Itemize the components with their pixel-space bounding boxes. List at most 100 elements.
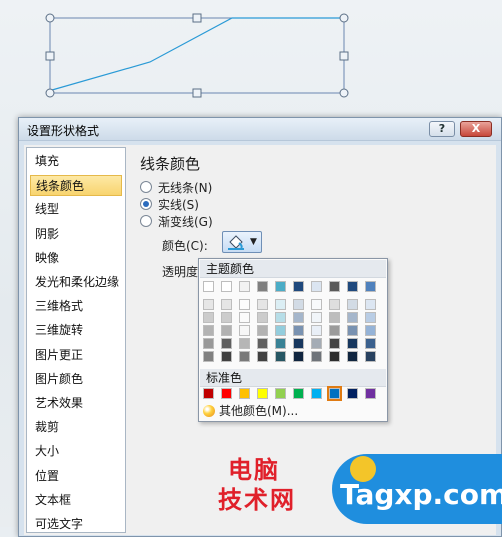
theme-color-swatch[interactable] xyxy=(275,325,286,336)
category-item[interactable]: 大小 xyxy=(30,441,122,462)
theme-color-swatch[interactable] xyxy=(203,312,214,323)
theme-color-swatch[interactable] xyxy=(311,281,322,292)
radio-icon[interactable] xyxy=(140,198,152,210)
category-item[interactable]: 映像 xyxy=(30,248,122,269)
theme-color-swatch[interactable] xyxy=(329,299,340,310)
theme-color-swatch[interactable] xyxy=(329,325,340,336)
theme-color-swatch[interactable] xyxy=(311,325,322,336)
theme-color-swatch[interactable] xyxy=(275,281,286,292)
category-item[interactable]: 线型 xyxy=(30,199,122,220)
theme-color-swatch[interactable] xyxy=(311,312,322,323)
help-button[interactable]: ? xyxy=(429,121,455,137)
category-item[interactable]: 三维格式 xyxy=(30,296,122,317)
standard-color-swatch[interactable] xyxy=(257,388,268,399)
theme-color-swatch[interactable] xyxy=(257,299,268,310)
theme-color-swatch[interactable] xyxy=(221,325,232,336)
theme-color-swatch[interactable] xyxy=(203,299,214,310)
theme-color-swatch[interactable] xyxy=(221,281,232,292)
category-item[interactable]: 裁剪 xyxy=(30,417,122,438)
theme-color-swatch[interactable] xyxy=(311,338,322,349)
category-item[interactable]: 图片颜色 xyxy=(30,369,122,390)
selected-line-shape[interactable] xyxy=(0,0,502,120)
theme-color-swatch[interactable] xyxy=(347,281,358,292)
radio-no-line[interactable]: 无线条(N) xyxy=(140,180,212,196)
theme-color-swatch[interactable] xyxy=(329,281,340,292)
theme-color-swatch[interactable] xyxy=(293,312,304,323)
standard-color-swatch[interactable] xyxy=(239,388,250,399)
theme-color-swatch[interactable] xyxy=(365,299,376,310)
category-item[interactable]: 位置 xyxy=(30,466,122,487)
standard-color-swatch[interactable] xyxy=(221,388,232,399)
standard-color-swatch[interactable] xyxy=(203,388,214,399)
theme-color-swatch[interactable] xyxy=(293,338,304,349)
theme-color-swatch[interactable] xyxy=(329,312,340,323)
theme-color-swatch[interactable] xyxy=(257,338,268,349)
theme-color-swatch[interactable] xyxy=(311,351,322,362)
theme-color-swatch[interactable] xyxy=(347,338,358,349)
radio-icon[interactable] xyxy=(140,215,152,227)
theme-color-swatch[interactable] xyxy=(221,351,232,362)
theme-color-swatch[interactable] xyxy=(365,312,376,323)
radio-icon[interactable] xyxy=(140,181,152,193)
theme-color-swatch[interactable] xyxy=(257,312,268,323)
category-item[interactable]: 文本框 xyxy=(30,490,122,511)
category-item[interactable]: 可选文字 xyxy=(30,514,122,535)
standard-color-swatch[interactable] xyxy=(347,388,358,399)
theme-color-swatch[interactable] xyxy=(203,351,214,362)
theme-color-swatch[interactable] xyxy=(329,351,340,362)
theme-color-swatch[interactable] xyxy=(239,299,250,310)
theme-color-swatch[interactable] xyxy=(347,299,358,310)
theme-color-swatch[interactable] xyxy=(221,312,232,323)
category-item[interactable]: 艺术效果 xyxy=(30,393,122,414)
theme-color-swatch[interactable] xyxy=(365,281,376,292)
theme-color-swatch[interactable] xyxy=(311,299,322,310)
theme-color-swatch[interactable] xyxy=(203,325,214,336)
theme-color-swatch[interactable] xyxy=(221,338,232,349)
theme-color-swatch[interactable] xyxy=(221,299,232,310)
category-item[interactable]: 阴影 xyxy=(30,224,122,245)
theme-color-swatch[interactable] xyxy=(257,281,268,292)
theme-color-swatch[interactable] xyxy=(203,338,214,349)
more-colors-item[interactable]: 其他颜色(M)... xyxy=(203,403,383,419)
theme-color-swatch[interactable] xyxy=(293,281,304,292)
theme-color-swatch[interactable] xyxy=(257,351,268,362)
radio-gradient-line[interactable]: 渐变线(G) xyxy=(140,214,213,230)
category-item[interactable]: 线条颜色 xyxy=(30,175,122,197)
theme-color-swatch[interactable] xyxy=(275,312,286,323)
category-item[interactable]: 图片更正 xyxy=(30,345,122,366)
theme-color-swatch[interactable] xyxy=(239,351,250,362)
category-item[interactable]: 三维旋转 xyxy=(30,320,122,341)
theme-color-swatch[interactable] xyxy=(275,299,286,310)
category-item[interactable]: 填充 xyxy=(30,151,122,172)
standard-color-swatch[interactable] xyxy=(327,386,342,401)
color-picker-button[interactable]: ▼ xyxy=(222,231,262,253)
theme-color-swatch[interactable] xyxy=(203,281,214,292)
dialog-titlebar[interactable]: 设置形状格式 ? X xyxy=(19,118,501,141)
standard-color-swatch[interactable] xyxy=(311,388,322,399)
close-button[interactable]: X xyxy=(460,121,492,137)
standard-color-swatch[interactable] xyxy=(365,388,376,399)
theme-color-swatch[interactable] xyxy=(293,325,304,336)
theme-color-swatch[interactable] xyxy=(365,338,376,349)
theme-color-swatch[interactable] xyxy=(275,338,286,349)
standard-color-swatch[interactable] xyxy=(293,388,304,399)
category-item[interactable]: 发光和柔化边缘 xyxy=(30,272,122,293)
theme-color-swatch[interactable] xyxy=(239,338,250,349)
theme-color-swatch[interactable] xyxy=(347,351,358,362)
category-list: 填充线条颜色 线型阴影映像发光和柔化边缘 三维格式三维旋转图片更正图片颜色艺术效果裁… xyxy=(26,147,126,533)
theme-color-swatch[interactable] xyxy=(275,351,286,362)
theme-color-swatch[interactable] xyxy=(347,312,358,323)
theme-color-swatch[interactable] xyxy=(347,325,358,336)
theme-color-swatch[interactable] xyxy=(293,351,304,362)
radio-solid-line[interactable]: 实线(S) xyxy=(140,197,199,213)
theme-color-swatch[interactable] xyxy=(239,325,250,336)
theme-color-swatch[interactable] xyxy=(365,325,376,336)
palette-icon xyxy=(203,405,215,417)
theme-color-swatch[interactable] xyxy=(293,299,304,310)
theme-color-swatch[interactable] xyxy=(239,281,250,292)
theme-color-swatch[interactable] xyxy=(257,325,268,336)
theme-color-swatch[interactable] xyxy=(329,338,340,349)
theme-color-swatch[interactable] xyxy=(239,312,250,323)
standard-color-swatch[interactable] xyxy=(275,388,286,399)
theme-color-swatch[interactable] xyxy=(365,351,376,362)
